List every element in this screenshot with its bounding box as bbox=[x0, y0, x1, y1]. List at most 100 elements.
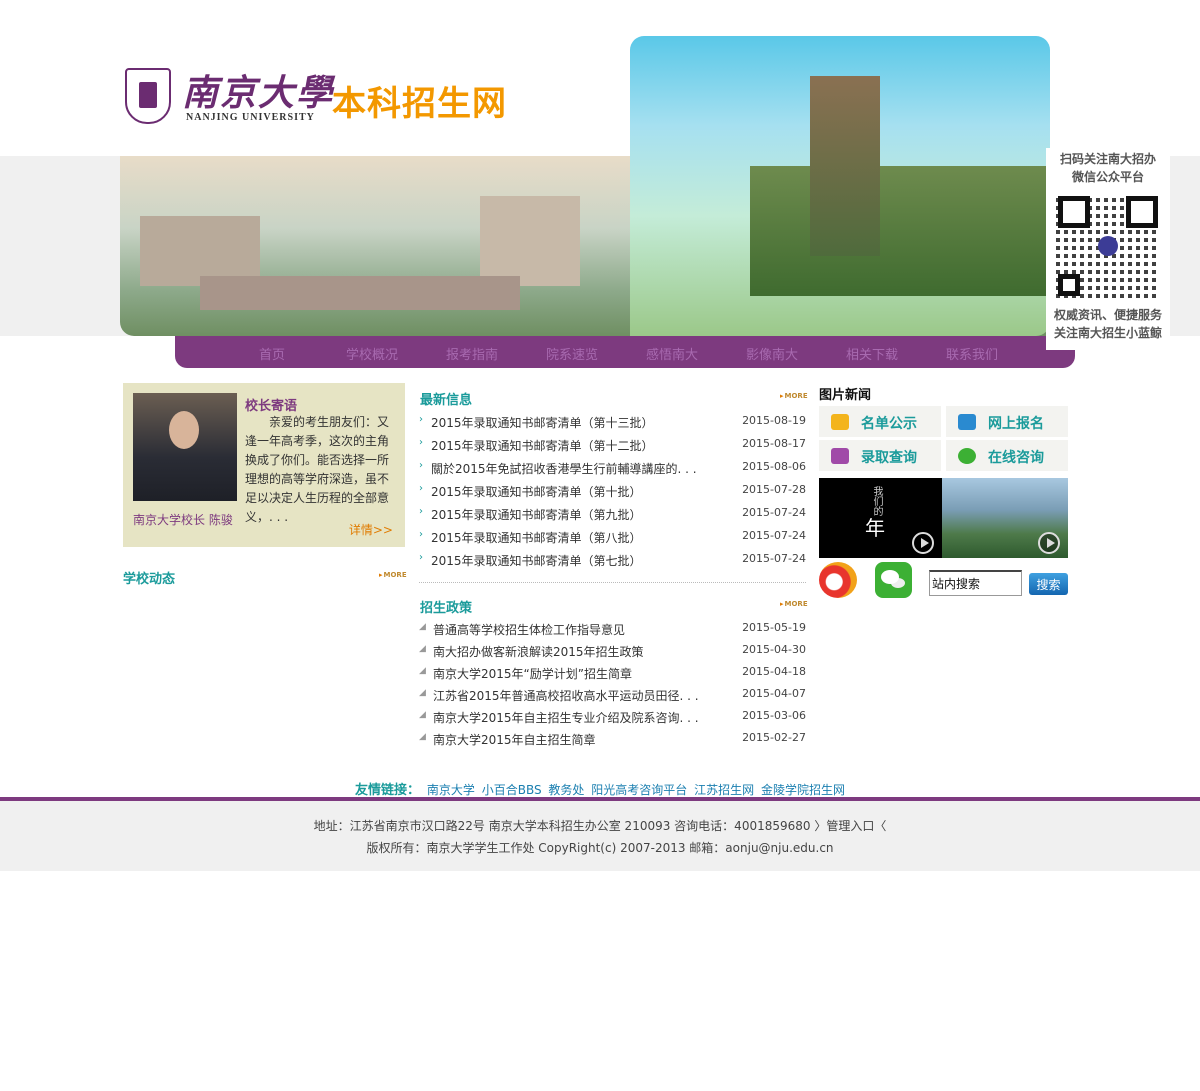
chat-bubble-icon bbox=[958, 448, 976, 464]
list-item[interactable]: › 2015年录取通知书邮寄清单（第十批） 2015-07-28 bbox=[419, 481, 806, 504]
quick-link-label: 网上报名 bbox=[988, 416, 1044, 432]
logo-cn: 南京大學 bbox=[182, 72, 335, 114]
bullet-icon: › bbox=[419, 506, 423, 517]
policy-title: 招生政策 bbox=[420, 601, 473, 616]
school-news-title: 学校动态 bbox=[123, 572, 176, 587]
friend-link-jiangsu[interactable]: 江苏招生网 bbox=[694, 783, 754, 797]
nav-admission-guide[interactable]: 报考指南 bbox=[446, 344, 498, 363]
wechat-icon[interactable] bbox=[875, 562, 912, 598]
list-item[interactable]: › 2015年录取通知书邮寄清单（第十二批） 2015-08-17 bbox=[419, 435, 806, 458]
list-item[interactable]: ◢ 江苏省2015年普通高校招收高水平运动员田径. . . 2015-04-07 bbox=[419, 685, 806, 707]
list-item[interactable]: › 2015年录取通知书邮寄清单（第十三批） 2015-08-19 bbox=[419, 412, 806, 435]
president-message: 亲爱的考生朋友们：又逢一年高考季，这次的主角换成了你们。能否选择一所理想的高等学… bbox=[245, 415, 390, 524]
bullet-icon: › bbox=[419, 552, 423, 563]
news-title[interactable]: 2015年录取通知书邮寄清单（第九批） bbox=[431, 506, 642, 523]
bullet-icon: › bbox=[419, 460, 423, 471]
quick-link-list-publicity[interactable]: 名单公示 bbox=[819, 406, 941, 438]
site-title: 本科招生网 bbox=[332, 84, 507, 124]
nav-contact[interactable]: 联系我们 bbox=[946, 344, 998, 363]
quick-link-online-registration[interactable]: 网上报名 bbox=[946, 406, 1068, 438]
search-button[interactable]: 搜索 bbox=[1029, 573, 1068, 595]
news-date: 2015-08-17 bbox=[742, 437, 806, 450]
friend-link-gaokao[interactable]: 阳光高考咨询平台 bbox=[591, 783, 687, 797]
news-title[interactable]: 2015年录取通知书邮寄清单（第八批） bbox=[431, 529, 642, 546]
friend-link-academic-affairs[interactable]: 教务处 bbox=[548, 783, 584, 797]
bullet-icon: › bbox=[419, 414, 423, 425]
banner-gate-wall bbox=[200, 276, 520, 310]
quick-link-label: 在线咨询 bbox=[988, 450, 1044, 466]
banner-tower bbox=[810, 76, 880, 256]
policy-list: ◢ 普通高等学校招生体检工作指导意见 2015-05-19 ◢ 南大招办做客新浪解读2… bbox=[419, 619, 806, 751]
list-item[interactable]: › 2015年录取通知书邮寄清单（第七批） 2015-07-24 bbox=[419, 550, 806, 573]
qr-caption-top-1: 扫码关注南大招办 bbox=[1059, 152, 1156, 166]
policy-date: 2015-05-19 bbox=[742, 621, 806, 634]
campus-tower-image bbox=[630, 36, 1050, 336]
weibo-icon[interactable] bbox=[819, 562, 857, 598]
news-date: 2015-08-19 bbox=[742, 414, 806, 427]
nav-departments[interactable]: 院系速览 bbox=[546, 344, 598, 363]
policy-date: 2015-04-18 bbox=[742, 665, 806, 678]
list-item[interactable]: ◢ 普通高等学校招生体检工作指导意见 2015-05-19 bbox=[419, 619, 806, 641]
latest-news-more-link[interactable]: MORE bbox=[780, 392, 808, 400]
policy-title-text[interactable]: 南京大学2015年“励学计划”招生简章 bbox=[433, 665, 632, 682]
nav-downloads[interactable]: 相关下载 bbox=[846, 344, 898, 363]
bullet-icon: ◢ bbox=[419, 622, 426, 632]
policy-title-text[interactable]: 普通高等学校招生体检工作指导意见 bbox=[433, 621, 625, 638]
list-item[interactable]: › 關於2015年免試招收香港學生行前輔導講座的. . . 2015-08-06 bbox=[419, 458, 806, 481]
news-title[interactable]: 2015年录取通知书邮寄清单（第十二批） bbox=[431, 437, 654, 454]
policy-date: 2015-03-06 bbox=[742, 709, 806, 722]
friend-link-jinling[interactable]: 金陵学院招生网 bbox=[761, 783, 845, 797]
friend-link-bbs[interactable]: 小百合BBS bbox=[482, 783, 542, 797]
bullet-icon: ◢ bbox=[419, 666, 426, 676]
friend-link-nju[interactable]: 南京大学 bbox=[427, 783, 475, 797]
qr-code-icon bbox=[1056, 194, 1160, 298]
main-nav: 首页 学校概况 报考指南 院系速览 感悟南大 影像南大 相关下载 联系我们 bbox=[175, 336, 1075, 368]
president-photo bbox=[133, 393, 237, 501]
list-item[interactable]: › 2015年录取通知书邮寄清单（第八批） 2015-07-24 bbox=[419, 527, 806, 550]
nav-home[interactable]: 首页 bbox=[259, 344, 285, 363]
news-title[interactable]: 關於2015年免試招收香港學生行前輔導講座的. . . bbox=[431, 460, 697, 477]
list-item[interactable]: ◢ 南京大学2015年“励学计划”招生简章 2015-04-18 bbox=[419, 663, 806, 685]
play-icon[interactable] bbox=[912, 532, 934, 554]
policy-title-text[interactable]: 南京大学2015年自主招生专业介绍及院系咨询. . . bbox=[433, 709, 699, 726]
latest-news-list: › 2015年录取通知书邮寄清单（第十三批） 2015-08-19 › 2015年录取… bbox=[419, 412, 806, 573]
policy-title-text[interactable]: 南京大学2015年自主招生简章 bbox=[433, 731, 596, 748]
qr-caption-bottom-2: 关注南大招生小蓝鲸 bbox=[1053, 326, 1162, 340]
president-title: 校长寄语 bbox=[245, 399, 298, 414]
school-news-more-link[interactable]: MORE bbox=[379, 571, 407, 579]
policy-title-text[interactable]: 南大招办做客新浪解读2015年招生政策 bbox=[433, 643, 644, 660]
bullet-icon: › bbox=[419, 437, 423, 448]
picture-news-title: 图片新闻 bbox=[819, 388, 872, 403]
policy-more-link[interactable]: MORE bbox=[780, 600, 808, 608]
policy-date: 2015-04-30 bbox=[742, 643, 806, 656]
list-item[interactable]: ◢ 南京大学2015年自主招生简章 2015-02-27 bbox=[419, 729, 806, 751]
news-title[interactable]: 2015年录取通知书邮寄清单（第七批） bbox=[431, 552, 642, 569]
news-title[interactable]: 2015年录取通知书邮寄清单（第十批） bbox=[431, 483, 642, 500]
university-emblem-icon bbox=[125, 68, 171, 124]
quick-link-label: 名单公示 bbox=[861, 416, 917, 432]
video-thumbnail-1[interactable]: 我们的 年 bbox=[819, 478, 942, 558]
site-search-input[interactable] bbox=[929, 570, 1022, 596]
play-icon[interactable] bbox=[1038, 532, 1060, 554]
nav-gallery[interactable]: 影像南大 bbox=[746, 344, 798, 363]
nav-impressions[interactable]: 感悟南大 bbox=[646, 344, 698, 363]
latest-news-title: 最新信息 bbox=[420, 393, 473, 408]
news-date: 2015-07-24 bbox=[742, 506, 806, 519]
qr-caption-bottom-1: 权威资讯、便捷服务 bbox=[1053, 308, 1162, 322]
nav-school-overview[interactable]: 学校概况 bbox=[346, 344, 398, 363]
site-header: 南京大學 NANJING UNIVERSITY 本科招生网 bbox=[120, 36, 1050, 336]
friend-links-label: 友情链接： bbox=[355, 783, 421, 798]
quick-link-admission-query[interactable]: 录取查询 bbox=[819, 440, 941, 472]
news-date: 2015-07-28 bbox=[742, 483, 806, 496]
list-item[interactable]: ◢ 南大招办做客新浪解读2015年招生政策 2015-04-30 bbox=[419, 641, 806, 663]
list-item[interactable]: › 2015年录取通知书邮寄清单（第九批） 2015-07-24 bbox=[419, 504, 806, 527]
logo[interactable]: 南京大學 NANJING UNIVERSITY 本科招生网 bbox=[120, 36, 630, 156]
video-1-text: 年 bbox=[865, 516, 885, 540]
news-title[interactable]: 2015年录取通知书邮寄清单（第十三批） bbox=[431, 414, 654, 431]
video-thumbnail-2[interactable] bbox=[942, 478, 1068, 558]
president-more-link[interactable]: 详情>> bbox=[349, 521, 393, 538]
news-date: 2015-08-06 bbox=[742, 460, 806, 473]
quick-link-online-consult[interactable]: 在线咨询 bbox=[946, 440, 1068, 472]
policy-title-text[interactable]: 江苏省2015年普通高校招收高水平运动员田径. . . bbox=[433, 687, 699, 704]
list-item[interactable]: ◢ 南京大学2015年自主招生专业介绍及院系咨询. . . 2015-03-06 bbox=[419, 707, 806, 729]
